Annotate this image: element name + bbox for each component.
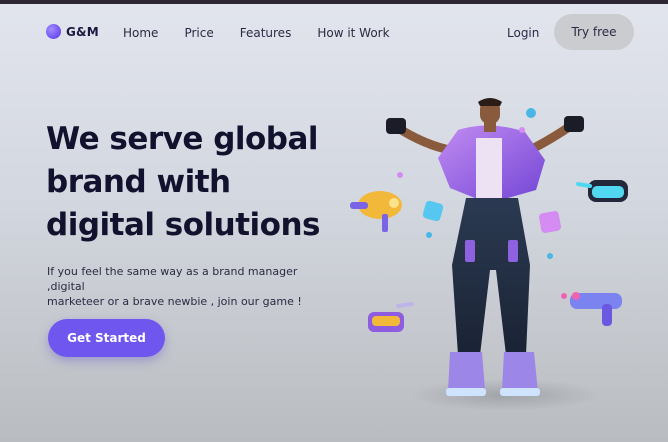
vr-headset-small-icon (368, 302, 414, 332)
brand-name: G&M (66, 24, 99, 39)
vr-headset-icon (576, 180, 628, 202)
character-3d (386, 98, 584, 396)
hero-illustration (350, 98, 628, 411)
window-top-strip (0, 0, 668, 4)
headline-line-3: digital solutions (46, 207, 321, 243)
try-free-button[interactable]: Try free (554, 14, 634, 50)
nav-features[interactable]: Features (240, 26, 292, 40)
headline-line-1: We serve global (46, 121, 319, 157)
get-started-button[interactable]: Get Started (48, 319, 165, 357)
brand-logo[interactable]: G&M (46, 24, 99, 39)
blaster-icon (561, 292, 622, 326)
nav-home[interactable]: Home (123, 26, 158, 40)
subtext-line-2: marketeer or a brave newbie , join our g… (47, 295, 302, 308)
main-nav: Home Price Features How it Work (123, 26, 416, 40)
subtext-line-1: If you feel the same way as a brand mana… (47, 265, 298, 293)
nav-how-it-work[interactable]: How it Work (317, 26, 389, 40)
hero-headline: We serve global brand with digital solut… (46, 118, 346, 247)
landing-page: G&M Home Price Features How it Work Logi… (0, 0, 668, 442)
logo-circle-icon (46, 24, 61, 39)
hero-subtext: If you feel the same way as a brand mana… (47, 264, 337, 309)
login-link[interactable]: Login (507, 26, 539, 40)
headline-line-2: brand with (46, 164, 231, 200)
raygun-icon (350, 191, 402, 232)
nav-price[interactable]: Price (184, 26, 213, 40)
